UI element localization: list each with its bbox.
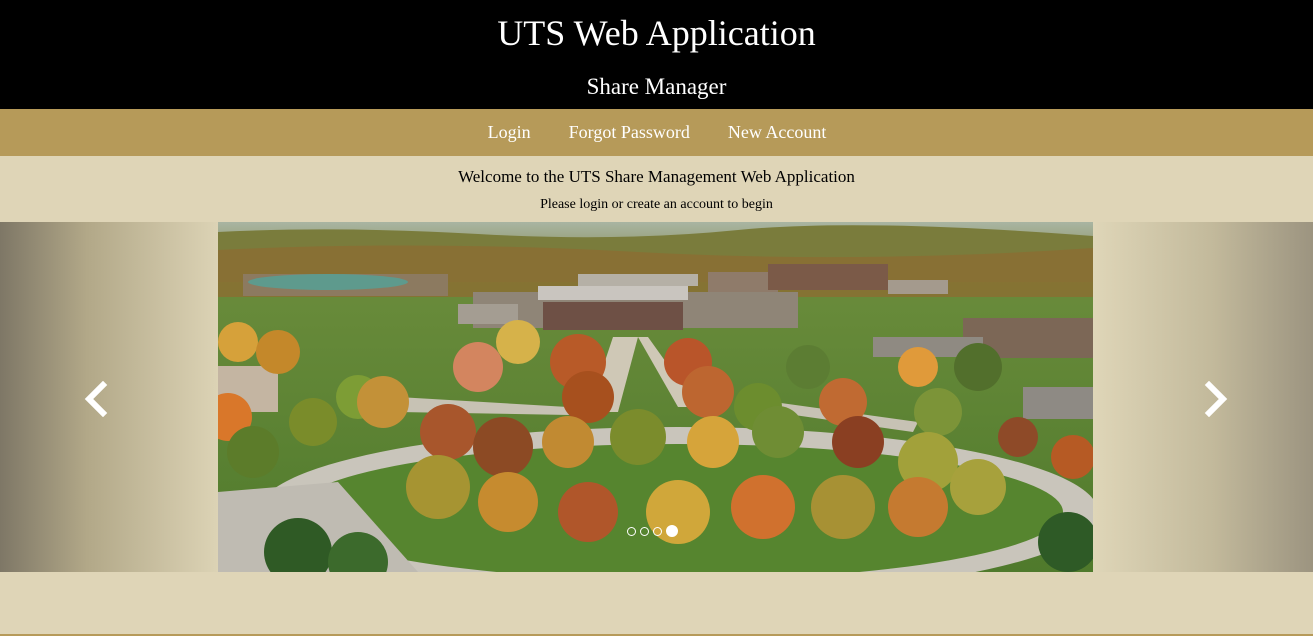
app-title: UTS Web Application (497, 13, 816, 53)
image-carousel (0, 222, 1313, 572)
chevron-right-icon (1204, 380, 1228, 418)
page: UTS Web Application Share Manager Login … (0, 0, 1316, 636)
site-header: UTS Web Application Share Manager (0, 0, 1313, 109)
welcome-heading: Welcome to the UTS Share Management Web … (458, 167, 855, 186)
chevron-left-icon (84, 380, 108, 418)
nav-forgot-password-link[interactable]: Forgot Password (568, 109, 690, 156)
carousel-indicator-4[interactable] (666, 525, 678, 537)
app-subtitle: Share Manager (586, 74, 727, 99)
carousel-indicator-3[interactable] (653, 526, 662, 536)
carousel-indicators (627, 524, 678, 538)
carousel-next-button[interactable] (1201, 380, 1231, 418)
carousel-prev-button[interactable] (81, 380, 111, 418)
carousel-indicator-1[interactable] (627, 526, 636, 536)
instructions-text: Please login or create an account to beg… (540, 197, 773, 212)
carousel-indicator-2[interactable] (640, 526, 649, 536)
main-navbar: Login Forgot Password New Account (0, 109, 1313, 156)
nav-login-link[interactable]: Login (487, 109, 531, 156)
main-content: Welcome to the UTS Share Management Web … (0, 156, 1313, 634)
nav-new-account-link[interactable]: New Account (727, 109, 826, 156)
carousel-slide-image (218, 222, 1093, 572)
